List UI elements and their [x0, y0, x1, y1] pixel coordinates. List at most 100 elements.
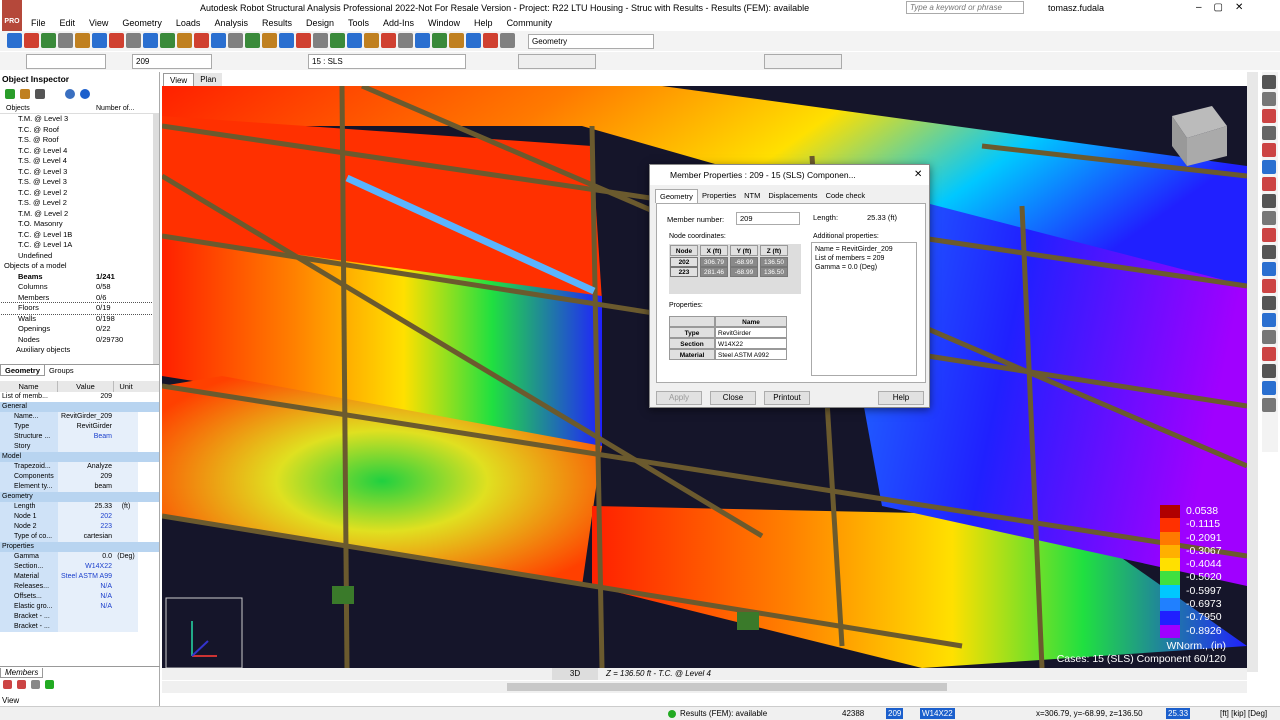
toolbar-icon-2[interactable] — [41, 33, 56, 48]
menu-view[interactable]: View — [82, 16, 115, 30]
prop-row[interactable]: Type RevitGirder — [669, 327, 801, 338]
properties-table[interactable]: Name Type RevitGirder Section W14X22 Material… — [669, 316, 801, 362]
toolbar-icon-15[interactable] — [262, 33, 277, 48]
grid-row[interactable]: Node 2 223 — [0, 522, 159, 532]
grid-row[interactable]: Type of co... cartesian — [0, 532, 159, 542]
selection-combo[interactable] — [26, 54, 106, 69]
menu-loads[interactable]: Loads — [169, 16, 208, 30]
toolbar-icon-18[interactable] — [313, 33, 328, 48]
grid-row[interactable]: Offsets... N/A — [0, 592, 159, 602]
menu-design[interactable]: Design — [299, 16, 341, 30]
member-number-input[interactable]: 209 — [736, 212, 800, 225]
toolbar-icon-4[interactable] — [75, 33, 90, 48]
tree-item[interactable]: T.C. @ Level 1A — [0, 240, 153, 251]
grid-row[interactable]: Components 209 — [0, 472, 159, 482]
grid-value[interactable]: 0.0 — [58, 552, 114, 562]
grid-row[interactable]: Node 1 202 — [0, 512, 159, 522]
node-row[interactable]: 202 306.79 -68.99 136.50 — [669, 257, 801, 267]
right-tool-icon-1[interactable] — [1262, 92, 1276, 106]
toolbar-icon-7[interactable] — [126, 33, 141, 48]
tree-item[interactable]: T.O. Masonry — [0, 219, 153, 230]
grid-value[interactable]: 223 — [58, 522, 114, 532]
view-cube[interactable] — [1172, 106, 1227, 166]
search-icon[interactable] — [65, 89, 76, 99]
tree-item[interactable]: T.C. @ Level 2 — [0, 188, 153, 199]
grid-row[interactable]: Bracket - ... — [0, 622, 159, 632]
grid-value[interactable]: W14X22 — [58, 562, 114, 572]
right-tool-icon-7[interactable] — [1262, 194, 1276, 208]
tree-item[interactable]: Members 0/6 — [0, 293, 153, 304]
menu-geometry[interactable]: Geometry — [115, 16, 169, 30]
funnel-icon[interactable] — [20, 89, 31, 99]
grid-value[interactable] — [58, 542, 114, 552]
user-name[interactable]: tomasz.fudala — [1048, 0, 1104, 16]
window-controls[interactable]: –▢✕ — [1196, 0, 1276, 16]
edit-icon[interactable] — [45, 680, 55, 689]
dialog-tab-ntm[interactable]: NTM — [740, 189, 764, 203]
right-tool-icon-0[interactable] — [1262, 75, 1276, 89]
filter-icon[interactable] — [5, 89, 15, 99]
grid-row[interactable]: Trapezoid... Analyze — [0, 462, 159, 472]
right-tool-icon-4[interactable] — [1262, 143, 1276, 157]
toolbar-icon-20[interactable] — [347, 33, 362, 48]
close-button[interactable]: Close — [710, 391, 756, 405]
toolbar-icon-9[interactable] — [160, 33, 175, 48]
grid-row[interactable]: Type RevitGirder — [0, 422, 159, 432]
toolbar-icon-26[interactable] — [449, 33, 464, 48]
grid-section[interactable]: Properties — [0, 542, 159, 552]
grid-value[interactable]: beam — [58, 482, 114, 492]
right-tool-icon-9[interactable] — [1262, 228, 1276, 242]
toolbar-icon-25[interactable] — [432, 33, 447, 48]
load-case-combo[interactable]: 15 : SLS — [308, 54, 466, 69]
grid-section[interactable]: Geometry — [0, 492, 159, 502]
toolbar-icon-1[interactable] — [24, 33, 39, 48]
horizontal-scrollbar-thumb[interactable] — [507, 683, 947, 691]
node-coordinates-table[interactable]: Node X (ft) Y (ft) Z (ft) 202 306.79 -68.99 136… — [669, 244, 801, 294]
toolbar-icon-29[interactable] — [500, 33, 515, 48]
dialog-close-icon[interactable]: ✕ — [914, 165, 922, 185]
dialog-tab-code-check[interactable]: Code check — [822, 189, 870, 203]
grid-section[interactable]: General — [0, 402, 159, 412]
toolbar-icon-5[interactable] — [92, 33, 107, 48]
toolbar-icon-8[interactable] — [143, 33, 158, 48]
grid-value[interactable] — [58, 402, 114, 412]
apply-button[interactable]: Apply — [656, 391, 702, 405]
printout-button[interactable]: Printout — [764, 391, 810, 405]
toolbar-icon-23[interactable] — [398, 33, 413, 48]
tree-item[interactable]: Auxiliary objects — [0, 345, 153, 356]
dialog-tab-properties[interactable]: Properties — [698, 189, 740, 203]
right-tool-icon-17[interactable] — [1262, 364, 1276, 378]
grid-row[interactable]: Elastic gro... N/A — [0, 602, 159, 612]
grid-value[interactable] — [58, 622, 114, 632]
tab-groups[interactable]: Groups — [45, 365, 78, 376]
grid-value[interactable]: 202 — [58, 512, 114, 522]
tree-item[interactable]: T.M. @ Level 2 — [0, 209, 153, 220]
menu-file[interactable]: File — [24, 16, 53, 30]
toolbar-icon-3[interactable] — [58, 33, 73, 48]
right-tool-icon-3[interactable] — [1262, 126, 1276, 140]
grid-row[interactable]: Name... RevitGirder_209 — [0, 412, 159, 422]
grid-value[interactable] — [58, 442, 114, 452]
tree-item[interactable]: T.S. @ Level 2 — [0, 198, 153, 209]
toolbar-icon-16[interactable] — [279, 33, 294, 48]
grid-value[interactable]: RevitGirder — [58, 422, 114, 432]
tree-item[interactable]: T.M. @ Level 3 — [0, 114, 153, 125]
toolbar-icon-11[interactable] — [194, 33, 209, 48]
help-button[interactable]: Help — [878, 391, 924, 405]
toolbar-icon-22[interactable] — [381, 33, 396, 48]
help-icon[interactable] — [80, 89, 91, 99]
layout-combo[interactable]: Geometry — [528, 34, 654, 49]
toolbar-icon-14[interactable] — [245, 33, 260, 48]
grid-value[interactable]: Analyze — [58, 462, 114, 472]
menu-community[interactable]: Community — [500, 16, 560, 30]
grid-row[interactable]: Structure ... Beam — [0, 432, 159, 442]
tree-item[interactable]: Nodes 0/29730 — [0, 335, 153, 346]
prop-row[interactable]: Section W14X22 — [669, 338, 801, 349]
prop-row[interactable]: Material Steel ASTM A992 — [669, 349, 801, 360]
app-logo[interactable]: PRO — [2, 0, 22, 32]
grid-section[interactable]: Model — [0, 452, 159, 462]
tree-item[interactable]: Walls 0/198 — [0, 314, 153, 325]
vertical-scrollbar[interactable] — [1247, 72, 1258, 672]
tab-plan[interactable]: Plan — [194, 73, 223, 86]
tree-item[interactable]: Openings 0/22 — [0, 324, 153, 335]
